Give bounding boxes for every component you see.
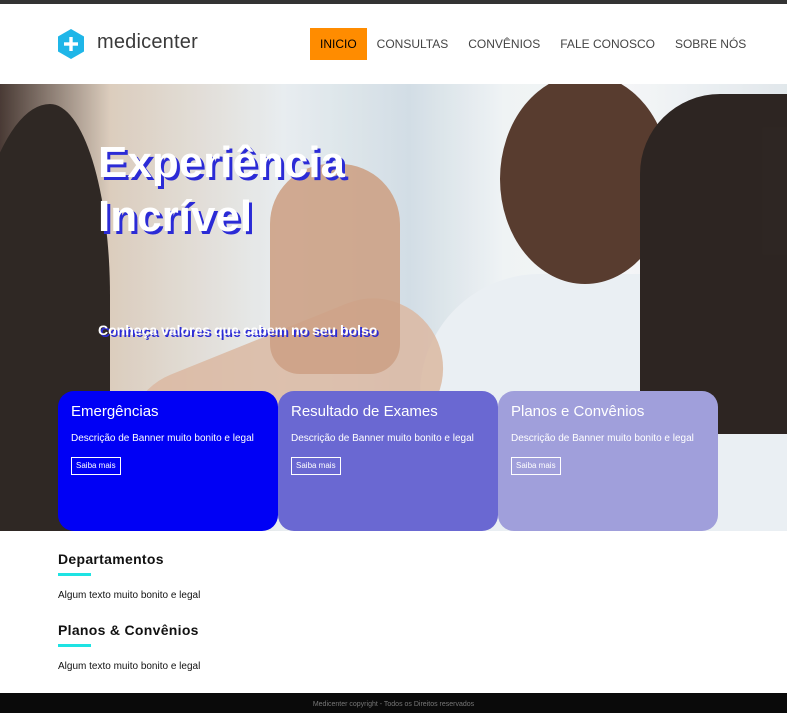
section-text: Algum texto muito bonito e legal [58, 661, 201, 672]
card-description: Descrição de Banner muito bonito e legal [291, 433, 474, 444]
saiba-mais-button[interactable]: Saiba mais [71, 457, 121, 475]
nav-item-fale-conosco[interactable]: FALE CONOSCO [550, 28, 665, 60]
card-resultado-exames: Resultado de Exames Descrição de Banner … [278, 391, 498, 531]
footer-copyright: Medicenter copyright - Todos os Direitos… [312, 701, 475, 708]
saiba-mais-button[interactable]: Saiba mais [511, 457, 561, 475]
nav-item-consultas[interactable]: CONSULTAS [367, 28, 459, 60]
nav-item-sobre-nos[interactable]: SOBRE NÓS [665, 28, 756, 60]
nav-item-inicio[interactable]: INICIO [310, 28, 367, 60]
hero-title-line-2: Incrível [98, 192, 253, 241]
site-footer: Medicenter copyright - Todos os Direitos… [0, 693, 787, 713]
section-title: Planos & Convênios [58, 622, 199, 638]
hero-title-line-1: Experiência [98, 138, 346, 187]
section-title: Departamentos [58, 551, 164, 567]
hero-title: Experiência Incrível [98, 136, 518, 244]
section-text: Algum texto muito bonito e legal [58, 590, 201, 601]
main-nav: INICIO CONSULTAS CONVÊNIOS FALE CONOSCO … [310, 28, 756, 60]
card-title: Planos e Convênios [511, 403, 645, 420]
medical-cross-icon [58, 29, 84, 59]
nav-item-convenios[interactable]: CONVÊNIOS [458, 28, 550, 60]
logo[interactable]: medicenter [58, 29, 198, 59]
section-underline [58, 573, 91, 576]
saiba-mais-button[interactable]: Saiba mais [291, 457, 341, 475]
section-underline [58, 644, 91, 647]
card-title: Resultado de Exames [291, 403, 438, 420]
brand-name: medicenter [97, 30, 198, 53]
site-header: medicenter INICIO CONSULTAS CONVÊNIOS FA… [0, 4, 787, 84]
card-planos-convenios: Planos e Convênios Descrição de Banner m… [498, 391, 718, 531]
card-description: Descrição de Banner muito bonito e legal [71, 433, 254, 444]
card-title: Emergências [71, 403, 159, 420]
section-planos-convenios: Planos & Convênios Algum texto muito bon… [58, 622, 200, 672]
section-departamentos: Departamentos Algum texto muito bonito e… [58, 551, 200, 601]
card-emergencias: Emergências Descrição de Banner muito bo… [58, 391, 278, 531]
card-description: Descrição de Banner muito bonito e legal [511, 433, 694, 444]
hero-subtitle: Conheça valores que cabem no seu bolso [98, 322, 378, 338]
